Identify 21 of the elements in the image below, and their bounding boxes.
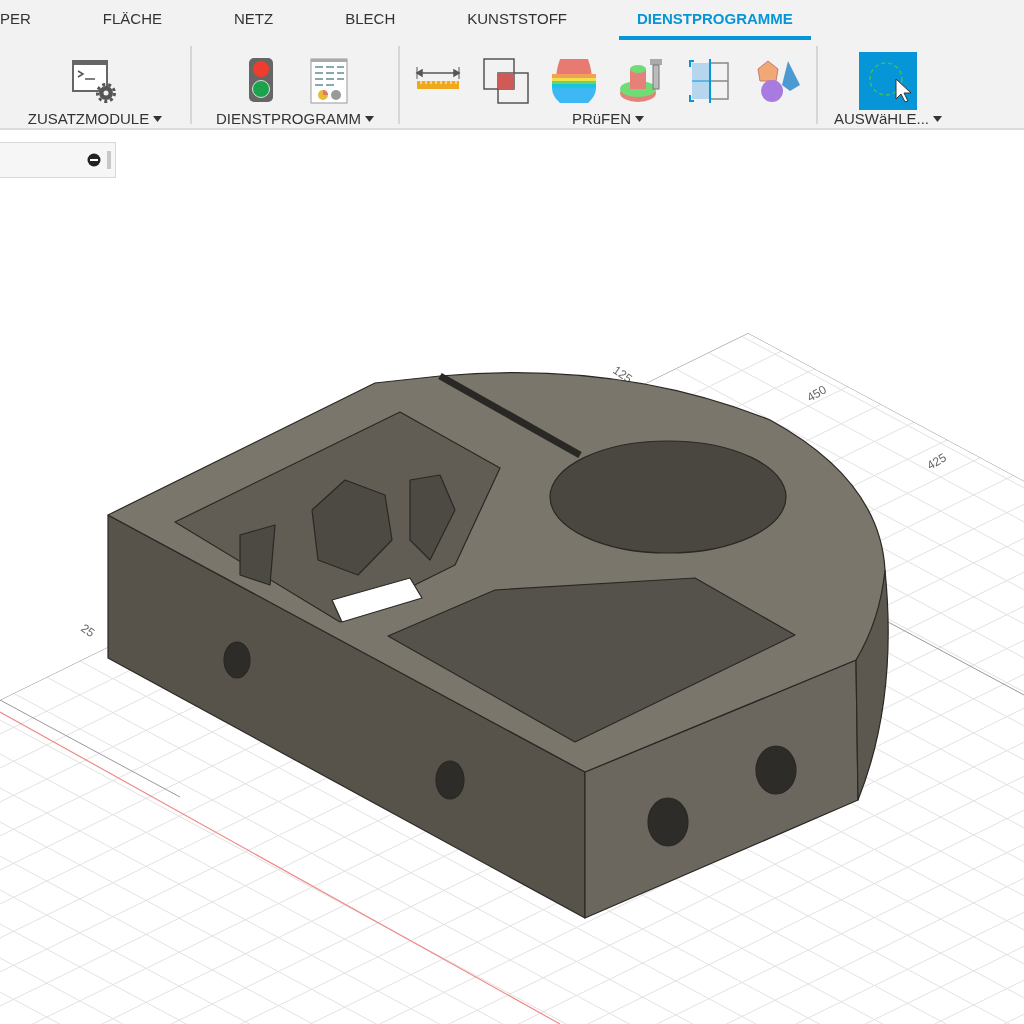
group-menu-button[interactable]: AUSWäHLE... <box>834 110 942 127</box>
overlap-squares-icon <box>480 55 532 107</box>
caret-icon <box>933 115 942 122</box>
ribbon-tab[interactable]: KUNSTSTOFF <box>467 0 567 40</box>
group-menu-button[interactable]: PRüFEN <box>571 110 645 127</box>
group-menu-button[interactable]: ZUSATZMODULE <box>27 110 163 127</box>
caret-icon <box>635 115 645 122</box>
caret-icon <box>365 115 374 122</box>
group-menu-button[interactable]: DIENSTPROGRAMM <box>216 110 374 127</box>
ribbon-tab[interactable]: PER <box>0 0 31 40</box>
grid-label: 25 <box>78 621 98 641</box>
grid-label: 425 <box>924 450 949 473</box>
ribbon-tab[interactable]: BLECH <box>345 0 396 40</box>
caret-icon <box>153 115 163 122</box>
ribbon-tab[interactable]: FLÄCHE <box>102 0 163 40</box>
grid-label: 125 <box>610 363 635 386</box>
resize-handle-icon[interactable] <box>107 151 111 169</box>
ribbon-tab[interactable]: NETZ <box>234 0 274 40</box>
collapse-icon[interactable] <box>87 153 101 167</box>
grid-label: 450 <box>804 382 829 405</box>
toolbar-button[interactable] <box>859 52 917 110</box>
